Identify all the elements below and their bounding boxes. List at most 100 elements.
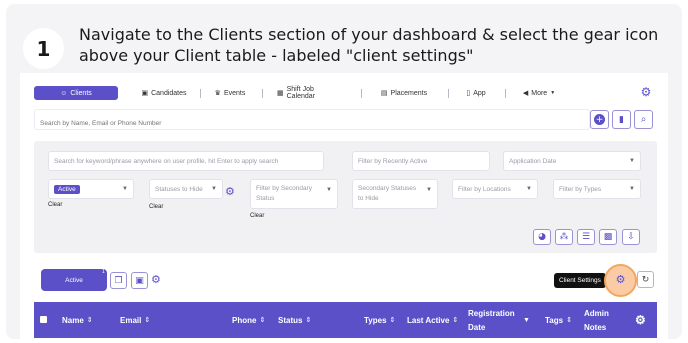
secondary-status-filter[interactable]: Filter by Secondary Status ▼: [250, 179, 338, 209]
locations-filter[interactable]: Filter by Locations ▼: [452, 179, 538, 199]
tab-divider: [200, 88, 201, 98]
types-filter[interactable]: Filter by Types ▼: [553, 179, 641, 199]
tab-divider: [448, 88, 449, 98]
search-input[interactable]: [35, 114, 589, 133]
tab-clients[interactable]: ☺ Clients: [34, 86, 118, 100]
list-search-button[interactable]: ☰: [577, 229, 595, 245]
calendar-icon: ▦: [277, 90, 284, 97]
pie-chart-icon: ◕: [538, 232, 546, 242]
column-label: Status: [278, 315, 303, 325]
secondary-statuses-hide-placeholder: Secondary Statuses to Hide: [358, 185, 417, 202]
statuses-clear-link[interactable]: Clear: [149, 204, 163, 210]
statuses-to-hide-filter[interactable]: Statuses to Hide ▼: [149, 179, 223, 199]
column-registration-date[interactable]: Registration Date: [468, 302, 515, 338]
column-label: Types: [364, 315, 387, 325]
refresh-icon: ↻: [641, 274, 650, 285]
application-date-filter[interactable]: Application Date ▼: [503, 151, 641, 171]
gear-icon[interactable]: ⚙: [225, 185, 235, 198]
search-bar: [34, 109, 590, 133]
group-icon: ⁂: [559, 232, 569, 242]
column-name[interactable]: Name ⇕: [62, 302, 93, 338]
tab-shift-job-calendar[interactable]: ▦ Shift Job Calendar: [277, 86, 341, 100]
tab-label: Placements: [390, 89, 428, 97]
pie-chart-button[interactable]: ◕: [533, 229, 551, 245]
column-types[interactable]: Types ⇕: [364, 302, 395, 338]
refresh-button[interactable]: ↻: [637, 271, 654, 288]
gear-icon[interactable]: ⚙: [635, 313, 646, 327]
column-last-active[interactable]: Last Active ⇕: [407, 302, 458, 338]
search-button[interactable]: ⌕: [634, 110, 653, 129]
trophy-icon: ♛: [214, 90, 221, 97]
recently-active-filter[interactable]: Filter by Recently Active: [352, 151, 490, 171]
copy-icon: ❐: [114, 275, 123, 286]
column-label: Notes: [584, 322, 607, 332]
image-icon: ▩: [603, 232, 613, 242]
list-search-icon: ☰: [581, 232, 591, 242]
column-admin-notes[interactable]: Admin Notes: [584, 302, 609, 338]
select-all-checkbox[interactable]: [40, 316, 47, 323]
chevron-down-icon: ▼: [526, 186, 532, 192]
active-status-label: Active: [65, 276, 83, 284]
column-status[interactable]: Status ⇕: [278, 302, 311, 338]
client-settings-tooltip: Client Settings: [554, 273, 606, 288]
recently-active-placeholder: Filter by Recently Active: [358, 157, 428, 165]
sort-icon: ⇕: [566, 317, 572, 324]
tab-more[interactable]: ◀ More ▼: [522, 86, 556, 100]
chevron-down-icon: ▼: [326, 187, 332, 193]
tab-label: More: [531, 89, 548, 97]
tab-events[interactable]: ♛ Events: [214, 86, 246, 100]
download-button[interactable]: ⇩: [622, 229, 640, 245]
column-label: Tags: [545, 315, 564, 325]
copy-button[interactable]: ❐: [110, 272, 127, 289]
tab-divider: [262, 88, 263, 98]
tooltip-label: Client Settings: [559, 277, 601, 284]
sort-icon: ⇕: [389, 317, 396, 324]
tab-label: Clients: [70, 89, 92, 97]
status-clear-link[interactable]: Clear: [48, 202, 62, 208]
dashboard-screenshot: ☺ Clients ▣ Candidates ♛ Events ▦ Shift …: [20, 73, 668, 343]
status-filter[interactable]: Active ▼: [48, 179, 134, 199]
step-number-badge: 1: [23, 28, 64, 69]
chevron-down-icon: ▼: [211, 186, 217, 192]
stats-button[interactable]: ▮: [612, 110, 631, 129]
tab-placements[interactable]: ▤ Placements: [381, 86, 428, 100]
column-label: Email: [120, 315, 142, 325]
tab-label: App: [473, 89, 486, 97]
tab-divider: [361, 88, 362, 98]
column-tags[interactable]: Tags ⇕: [545, 302, 572, 338]
image-button[interactable]: ▩: [599, 229, 617, 245]
phone-icon: ▯: [466, 90, 471, 97]
user-circle-icon: ☺: [60, 89, 68, 97]
sort-desc-icon[interactable]: ▼: [523, 302, 530, 338]
gear-icon[interactable]: ⚙: [639, 85, 653, 99]
active-status-button[interactable]: Active: [41, 269, 107, 291]
gear-icon[interactable]: ⚙: [151, 273, 161, 286]
tab-label: Shift Job Calendar: [286, 86, 316, 100]
chevron-down-icon: ▼: [426, 187, 432, 193]
filter-panel: Search for keyword/phrase anywhere on us…: [34, 141, 657, 253]
client-settings-gear-icon[interactable]: ⚙: [614, 273, 627, 286]
search-icon: ⌕: [640, 114, 647, 125]
save-button[interactable]: ▣: [131, 272, 148, 289]
tab-label: Events: [223, 89, 246, 97]
client-table-header: Name ⇕ Email ⇕ Phone ⇕ Status ⇕ Types ⇕ Last …: [34, 302, 657, 338]
bar-chart-icon: ▮: [619, 114, 624, 125]
column-label: Date: [468, 322, 486, 332]
chevron-down-icon: ▼: [629, 158, 635, 164]
group-button[interactable]: ⁂: [555, 229, 573, 245]
secondary-statuses-hide-filter[interactable]: Secondary Statuses to Hide ▼: [352, 179, 438, 209]
keyword-search-input[interactable]: Search for keyword/phrase anywhere on us…: [48, 151, 324, 171]
tab-candidates[interactable]: ▣ Candidates: [141, 86, 186, 100]
column-phone[interactable]: Phone ⇕: [232, 302, 265, 338]
tab-app[interactable]: ▯ App: [465, 86, 487, 100]
megaphone-icon: ◀: [522, 90, 529, 97]
active-count-badge: 1: [102, 269, 105, 275]
secondary-status-clear-link[interactable]: Clear: [250, 213, 264, 219]
nav-tabs: ☺ Clients ▣ Candidates ♛ Events ▦ Shift …: [34, 85, 634, 101]
instruction-text: Navigate to the Clients section of your …: [79, 25, 659, 65]
column-email[interactable]: Email ⇕: [120, 302, 150, 338]
briefcase-icon: ▣: [141, 90, 149, 97]
column-label: Phone: [232, 315, 257, 325]
add-client-button[interactable]: +: [590, 110, 609, 129]
column-label: Last Active: [407, 315, 450, 325]
